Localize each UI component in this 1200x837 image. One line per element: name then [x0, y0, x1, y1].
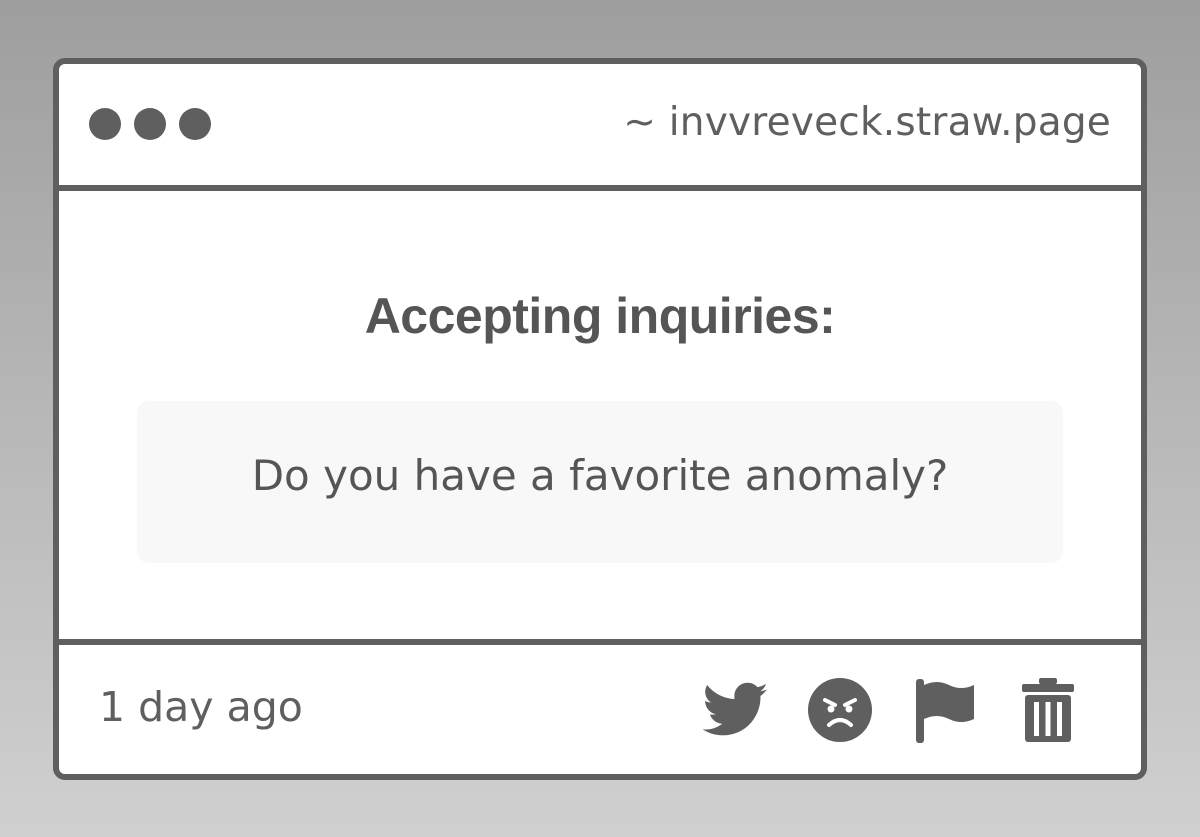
window-dot-1[interactable] [89, 108, 121, 140]
twitter-bird-icon [703, 682, 768, 736]
page-content: Accepting inquiries: Do you have a favor… [59, 191, 1141, 639]
question-text: Do you have a favorite anomaly? [251, 451, 949, 500]
url-address: ~ invvreveck.straw.page [623, 100, 1111, 145]
title-bar: ~ invvreveck.straw.page [59, 64, 1141, 191]
page-heading: Accepting inquiries: [364, 288, 836, 344]
window-dot-2[interactable] [134, 108, 166, 140]
window-controls [89, 108, 211, 140]
twitter-share-button[interactable] [703, 677, 769, 743]
angry-face-icon [808, 678, 872, 742]
browser-window: ~ invvreveck.straw.page Accepting inquir… [53, 58, 1147, 780]
window-dot-3[interactable] [179, 108, 211, 140]
trash-icon [1022, 678, 1074, 742]
react-angry-button[interactable] [807, 677, 873, 743]
report-button[interactable] [911, 677, 977, 743]
flag-icon [916, 679, 974, 743]
delete-button[interactable] [1015, 677, 1081, 743]
question-card: Do you have a favorite anomaly? [137, 401, 1063, 563]
timestamp: 1 day ago [99, 683, 303, 731]
action-icons [703, 677, 1081, 743]
footer-bar: 1 day ago [59, 639, 1141, 774]
